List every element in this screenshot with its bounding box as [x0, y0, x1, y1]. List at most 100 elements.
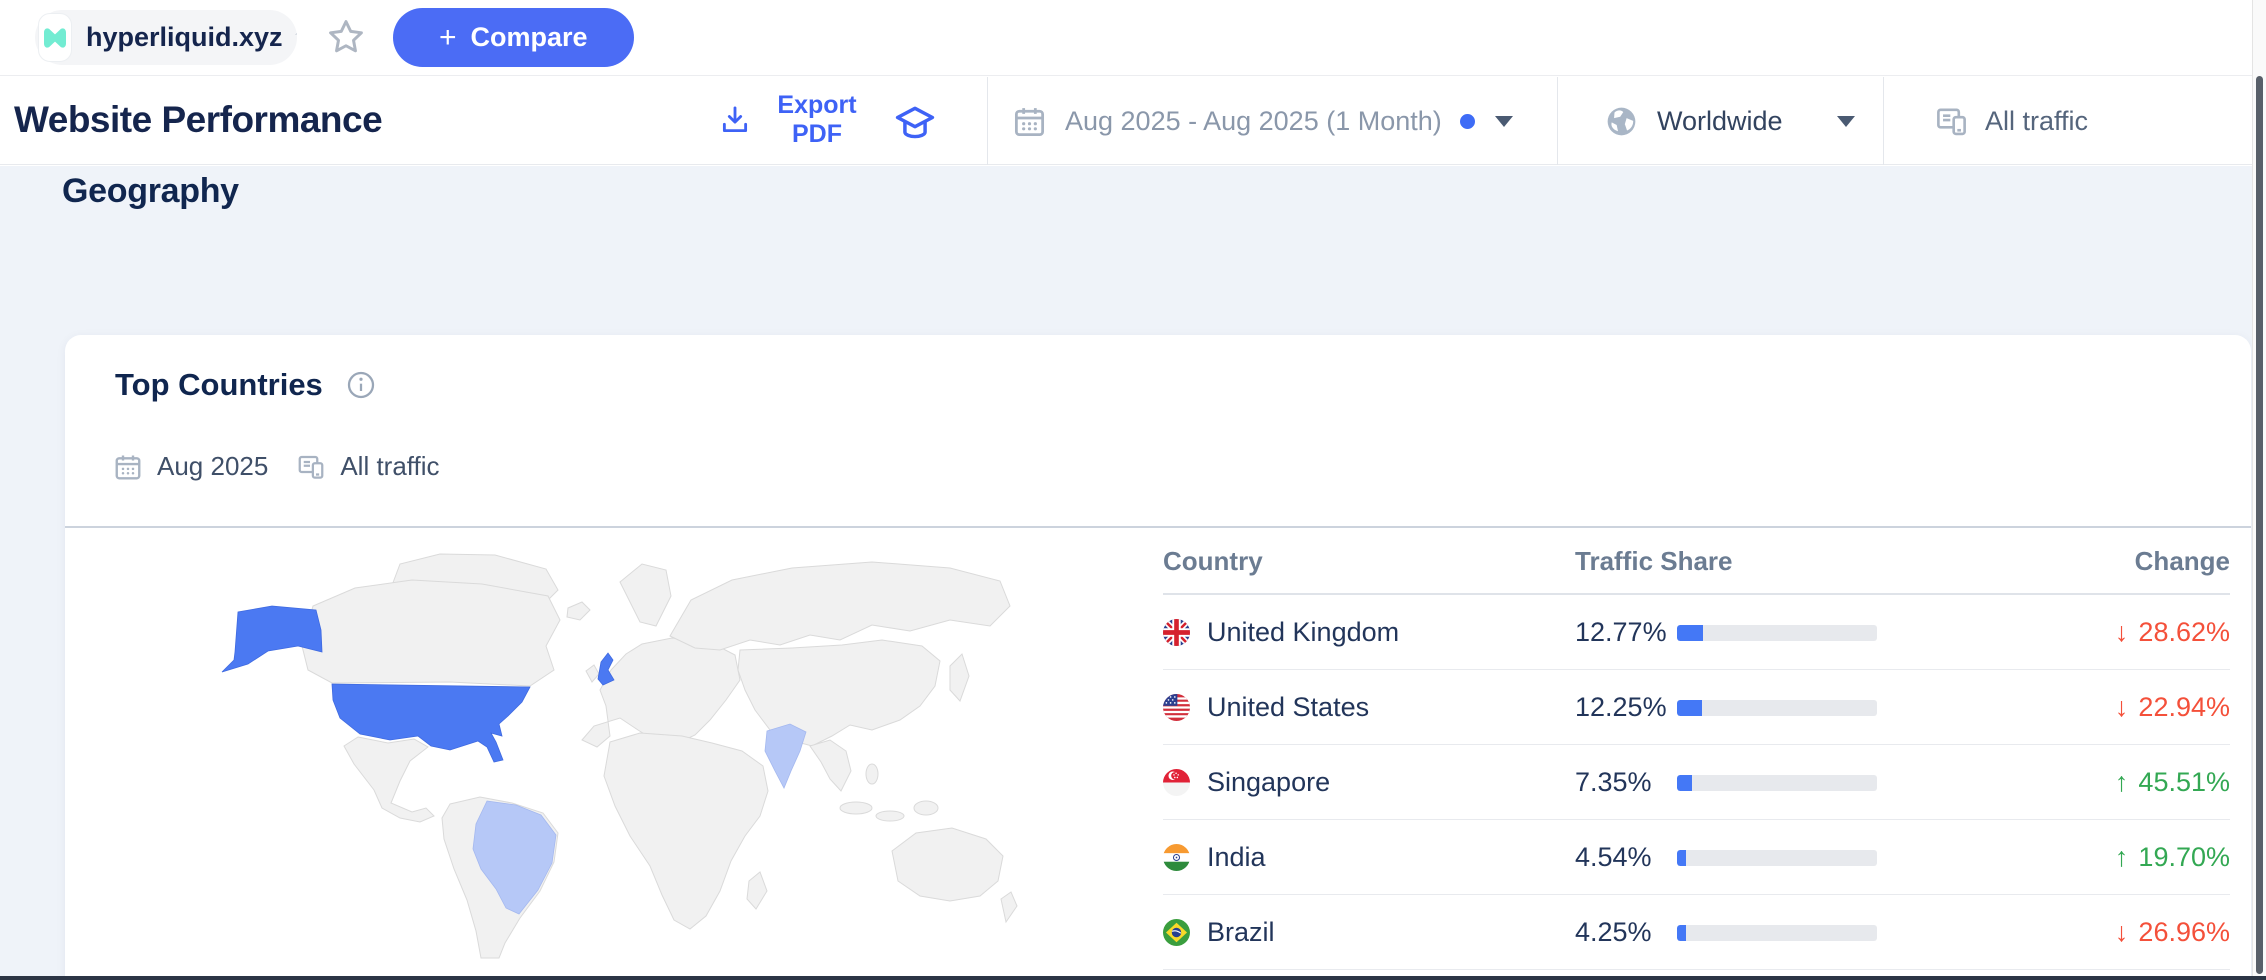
chevron-down-icon [1837, 116, 1855, 127]
change-value: ↑ 19.70% [2115, 842, 2230, 873]
traffic-share-bar [1677, 925, 1877, 941]
table-row[interactable]: United Kingdom 12.77% ↓ 28.62% [1163, 595, 2230, 670]
download-icon [718, 103, 752, 137]
table-row[interactable]: India 4.54% ↑ 19.70% [1163, 820, 2230, 895]
map-india-highlight [765, 724, 806, 788]
learning-graduation-cap-icon[interactable] [893, 101, 937, 145]
change-value: ↓ 26.96% [2115, 917, 2230, 948]
change-value: ↓ 28.62% [2115, 617, 2230, 648]
traffic-share-bar-fill [1677, 925, 1686, 941]
compare-label: Compare [471, 22, 588, 53]
info-icon[interactable] [345, 369, 377, 401]
map-iceland [567, 602, 590, 620]
traffic-share-bar-fill [1677, 700, 1702, 716]
map-europe [582, 638, 740, 747]
traffic-share-value: 12.25% [1575, 692, 1667, 723]
date-range-label: Aug 2025 - Aug 2025 (1 Month) [1065, 106, 1442, 137]
country-name: United Kingdom [1207, 617, 1399, 648]
traffic-type-selector[interactable]: All traffic [1883, 77, 2253, 165]
domain-name: hyperliquid.xyz [86, 22, 283, 53]
scrollbar[interactable] [2252, 0, 2266, 980]
world-map[interactable] [150, 550, 1050, 960]
map-asia [738, 640, 940, 746]
calendar-icon [1012, 104, 1047, 139]
arrow-down-icon: ↓ [2115, 692, 2129, 723]
map-new-zealand [1001, 892, 1017, 922]
edit-domain-icon[interactable] [295, 23, 297, 53]
change-percent: 26.96% [2138, 917, 2230, 948]
globe-icon [1604, 104, 1639, 139]
traffic-share-bar [1677, 625, 1877, 641]
map-russia [670, 562, 1010, 650]
hyperliquid-logo-icon [39, 22, 71, 54]
country-name: India [1207, 842, 1266, 873]
country-name: Singapore [1207, 767, 1330, 798]
card-header: Top Countries Aug 2025 All traffic [65, 335, 2251, 528]
table-header: Country Traffic Share Change [1163, 528, 2230, 595]
compare-button[interactable]: + Compare [393, 8, 634, 67]
site-logo [38, 13, 72, 62]
geography-section: Geography Top Countries Aug 2025 [0, 166, 2266, 980]
calendar-icon [113, 452, 143, 482]
region-selector[interactable]: Worldwide [1557, 77, 1883, 165]
table-row[interactable]: Brazil4.25%↓26.96% [1163, 895, 2230, 970]
country-name: United States [1207, 692, 1369, 723]
map-scandinavia [620, 564, 671, 626]
devices-icon [296, 452, 326, 482]
export-pdf-button[interactable]: Export PDF [718, 91, 872, 149]
map-madagascar [747, 872, 767, 909]
traffic-share-value: 4.54% [1575, 842, 1652, 873]
table-row[interactable]: Singapore 7.35% ↑45.51% [1163, 745, 2230, 820]
card-period-label: Aug 2025 [157, 451, 268, 482]
map-ireland [586, 665, 599, 682]
map-mexico [344, 737, 434, 822]
flag-sg-icon [1163, 769, 1190, 796]
change-percent: 22.94% [2138, 692, 2230, 723]
traffic-share-bar-fill [1677, 625, 1703, 641]
arrow-down-icon: ↓ [2115, 917, 2129, 948]
region-label: Worldwide [1657, 106, 1783, 137]
export-pdf-label: Export PDF [762, 91, 872, 149]
flag-us-icon [1163, 694, 1190, 721]
traffic-share-value: 12.77% [1575, 617, 1667, 648]
card-traffic-label: All traffic [340, 451, 439, 482]
domain-selector[interactable]: hyperliquid.xyz [35, 10, 297, 65]
arrow-down-icon: ↓ [2115, 617, 2129, 648]
map-new-guinea [914, 801, 938, 815]
traffic-share-bar [1677, 775, 1877, 791]
arrow-up-icon: ↑ [2115, 842, 2129, 873]
flag-br-icon [1163, 919, 1190, 946]
map-australia [892, 828, 1003, 901]
map-canada [302, 580, 560, 686]
chevron-down-icon [1495, 116, 1513, 127]
change-value: ↓ 22.94% [2115, 692, 2230, 723]
column-header-traffic-share: Traffic Share [1575, 546, 1733, 577]
traffic-type-label: All traffic [1985, 106, 2088, 137]
page-title: Website Performance [14, 99, 382, 141]
traffic-share-value: 4.25% [1575, 917, 1652, 948]
map-japan [950, 654, 969, 701]
map-philippines [866, 764, 878, 784]
top-countries-card: Top Countries Aug 2025 All traffic [65, 335, 2251, 980]
performance-header: Website Performance Export PDF Aug 2025 … [0, 77, 2266, 165]
devices-icon [1934, 104, 1969, 139]
top-countries-table: Country Traffic Share Change United King… [1163, 528, 2230, 970]
change-value: ↑45.51% [2115, 767, 2230, 798]
date-range-selector[interactable]: Aug 2025 - Aug 2025 (1 Month) [987, 77, 1557, 165]
change-percent: 19.70% [2138, 842, 2230, 873]
map-africa [604, 733, 768, 929]
flag-in-icon [1163, 844, 1190, 871]
map-indochina [810, 740, 851, 791]
section-title: Geography [62, 172, 239, 211]
traffic-share-bar [1677, 850, 1877, 866]
flag-gb-icon [1163, 619, 1190, 646]
table-row[interactable]: United States 12.25% ↓ 22.94% [1163, 670, 2230, 745]
change-percent: 28.62% [2138, 617, 2230, 648]
card-title: Top Countries [115, 367, 323, 403]
favorite-star-icon[interactable] [325, 16, 367, 58]
traffic-share-value: 7.35% [1575, 767, 1652, 798]
traffic-share-bar-fill [1677, 775, 1692, 791]
map-indonesia [840, 802, 872, 814]
scrollbar-thumb[interactable] [2256, 76, 2263, 974]
notification-dot [1460, 114, 1475, 129]
